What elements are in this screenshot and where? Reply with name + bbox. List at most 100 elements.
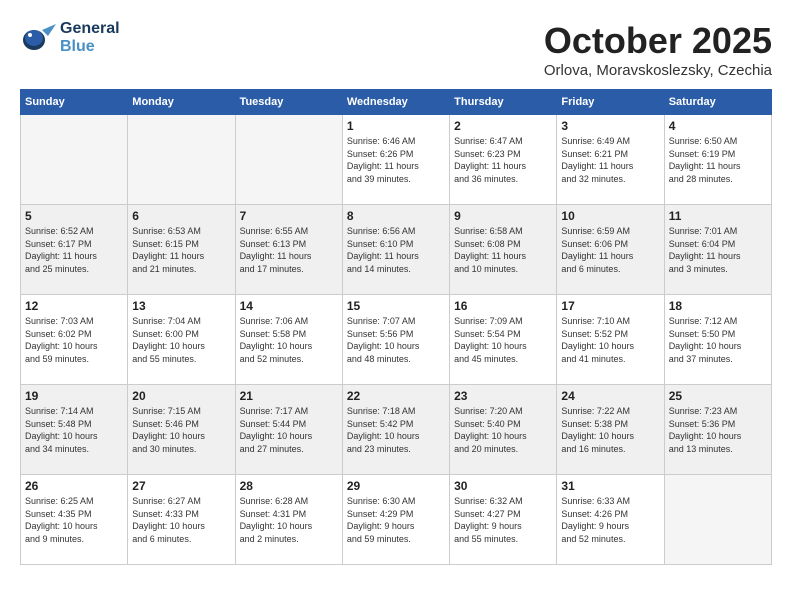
day-header-saturday: Saturday: [664, 90, 771, 115]
calendar-cell: 2 Sunrise: 6:47 AM Sunset: 6:23 PM Daylig…: [450, 115, 557, 205]
calendar-cell: 24Sunrise: 7:22 AM Sunset: 5:38 PM Dayli…: [557, 385, 664, 475]
day-header-tuesday: Tuesday: [235, 90, 342, 115]
month-title: October 2025: [544, 20, 772, 62]
day-number: 26: [25, 479, 123, 493]
day-number: 19: [25, 389, 123, 403]
calendar-cell: 6Sunrise: 6:53 AM Sunset: 6:15 PM Daylig…: [128, 205, 235, 295]
calendar-cell: 25Sunrise: 7:23 AM Sunset: 5:36 PM Dayli…: [664, 385, 771, 475]
calendar-cell: 27Sunrise: 6:27 AM Sunset: 4:33 PM Dayli…: [128, 475, 235, 565]
day-info: Sunrise: 6:25 AM Sunset: 4:35 PM Dayligh…: [25, 495, 123, 545]
day-header-wednesday: Wednesday: [342, 90, 449, 115]
calendar-cell: [664, 475, 771, 565]
day-info: Sunrise: 7:23 AM Sunset: 5:36 PM Dayligh…: [669, 405, 767, 455]
day-info: Sunrise: 6:28 AM Sunset: 4:31 PM Dayligh…: [240, 495, 338, 545]
day-info: Sunrise: 7:18 AM Sunset: 5:42 PM Dayligh…: [347, 405, 445, 455]
day-number: 6: [132, 209, 230, 223]
calendar-cell: 7 Sunrise: 6:55 AM Sunset: 6:13 PM Daylig…: [235, 205, 342, 295]
calendar-cell: 13 Sunrise: 7:04 AM Sunset: 6:00 PM Dayli…: [128, 295, 235, 385]
logo-general: General: [60, 20, 120, 38]
day-info: Sunrise: 6:30 AM Sunset: 4:29 PM Dayligh…: [347, 495, 445, 545]
calendar-table: SundayMondayTuesdayWednesdayThursdayFrid…: [20, 89, 772, 565]
day-info: Sunrise: 7:10 AM Sunset: 5:52 PM Dayligh…: [561, 315, 659, 365]
day-number: 2: [454, 119, 552, 133]
day-info: Sunrise: 6:47 AM Sunset: 6:23 PM Dayligh…: [454, 135, 552, 185]
day-info: Sunrise: 7:01 AM Sunset: 6:04 PM Dayligh…: [669, 225, 767, 275]
calendar-week-row: 1Sunrise: 6:46 AM Sunset: 6:26 PM Daylig…: [21, 115, 772, 205]
day-number: 15: [347, 299, 445, 313]
day-number: 5: [25, 209, 123, 223]
calendar-cell: 16 Sunrise: 7:09 AM Sunset: 5:54 PM Dayli…: [450, 295, 557, 385]
day-header-monday: Monday: [128, 90, 235, 115]
calendar-cell: 17Sunrise: 7:10 AM Sunset: 5:52 PM Dayli…: [557, 295, 664, 385]
day-info: Sunrise: 7:14 AM Sunset: 5:48 PM Dayligh…: [25, 405, 123, 455]
calendar-cell: 23 Sunrise: 7:20 AM Sunset: 5:40 PM Dayli…: [450, 385, 557, 475]
calendar-cell: 21 Sunrise: 7:17 AM Sunset: 5:44 PM Dayli…: [235, 385, 342, 475]
day-info: Sunrise: 7:07 AM Sunset: 5:56 PM Dayligh…: [347, 315, 445, 365]
day-info: Sunrise: 6:33 AM Sunset: 4:26 PM Dayligh…: [561, 495, 659, 545]
day-number: 14: [240, 299, 338, 313]
day-info: Sunrise: 7:03 AM Sunset: 6:02 PM Dayligh…: [25, 315, 123, 365]
title-block: October 2025 Orlova, Moravskoslezsky, Cz…: [544, 20, 772, 79]
calendar-cell: 9 Sunrise: 6:58 AM Sunset: 6:08 PM Daylig…: [450, 205, 557, 295]
calendar-cell: 19 Sunrise: 7:14 AM Sunset: 5:48 PM Dayli…: [21, 385, 128, 475]
day-number: 7: [240, 209, 338, 223]
day-number: 3: [561, 119, 659, 133]
calendar-cell: 31 Sunrise: 6:33 AM Sunset: 4:26 PM Dayli…: [557, 475, 664, 565]
day-number: 10: [561, 209, 659, 223]
calendar-week-row: 19 Sunrise: 7:14 AM Sunset: 5:48 PM Dayli…: [21, 385, 772, 475]
day-info: Sunrise: 6:58 AM Sunset: 6:08 PM Dayligh…: [454, 225, 552, 275]
calendar-cell: [21, 115, 128, 205]
day-info: Sunrise: 7:20 AM Sunset: 5:40 PM Dayligh…: [454, 405, 552, 455]
day-number: 16: [454, 299, 552, 313]
day-number: 28: [240, 479, 338, 493]
calendar-cell: 26 Sunrise: 6:25 AM Sunset: 4:35 PM Dayli…: [21, 475, 128, 565]
calendar-cell: 3Sunrise: 6:49 AM Sunset: 6:21 PM Daylig…: [557, 115, 664, 205]
day-info: Sunrise: 7:09 AM Sunset: 5:54 PM Dayligh…: [454, 315, 552, 365]
day-number: 21: [240, 389, 338, 403]
day-info: Sunrise: 6:52 AM Sunset: 6:17 PM Dayligh…: [25, 225, 123, 275]
day-info: Sunrise: 7:06 AM Sunset: 5:58 PM Dayligh…: [240, 315, 338, 365]
calendar-cell: 5 Sunrise: 6:52 AM Sunset: 6:17 PM Daylig…: [21, 205, 128, 295]
calendar-cell: [128, 115, 235, 205]
day-number: 1: [347, 119, 445, 133]
day-number: 9: [454, 209, 552, 223]
day-number: 23: [454, 389, 552, 403]
calendar-header-row: SundayMondayTuesdayWednesdayThursdayFrid…: [21, 90, 772, 115]
day-header-friday: Friday: [557, 90, 664, 115]
calendar-cell: 20 Sunrise: 7:15 AM Sunset: 5:46 PM Dayli…: [128, 385, 235, 475]
calendar-cell: 29 Sunrise: 6:30 AM Sunset: 4:29 PM Dayli…: [342, 475, 449, 565]
day-info: Sunrise: 6:56 AM Sunset: 6:10 PM Dayligh…: [347, 225, 445, 275]
page-header: General Blue October 2025 Orlova, Moravs…: [20, 20, 772, 79]
day-info: Sunrise: 6:59 AM Sunset: 6:06 PM Dayligh…: [561, 225, 659, 275]
day-number: 11: [669, 209, 767, 223]
day-info: Sunrise: 7:17 AM Sunset: 5:44 PM Dayligh…: [240, 405, 338, 455]
logo-blue: Blue: [60, 38, 120, 56]
calendar-cell: 10 Sunrise: 6:59 AM Sunset: 6:06 PM Dayli…: [557, 205, 664, 295]
calendar-week-row: 26 Sunrise: 6:25 AM Sunset: 4:35 PM Dayli…: [21, 475, 772, 565]
day-number: 13: [132, 299, 230, 313]
day-number: 4: [669, 119, 767, 133]
day-number: 20: [132, 389, 230, 403]
location-subtitle: Orlova, Moravskoslezsky, Czechia: [544, 62, 772, 79]
day-info: Sunrise: 6:55 AM Sunset: 6:13 PM Dayligh…: [240, 225, 338, 275]
day-number: 30: [454, 479, 552, 493]
day-number: 29: [347, 479, 445, 493]
calendar-cell: 11 Sunrise: 7:01 AM Sunset: 6:04 PM Dayli…: [664, 205, 771, 295]
day-info: Sunrise: 7:04 AM Sunset: 6:00 PM Dayligh…: [132, 315, 230, 365]
day-info: Sunrise: 7:12 AM Sunset: 5:50 PM Dayligh…: [669, 315, 767, 365]
calendar-cell: 28 Sunrise: 6:28 AM Sunset: 4:31 PM Dayli…: [235, 475, 342, 565]
calendar-cell: 18 Sunrise: 7:12 AM Sunset: 5:50 PM Dayli…: [664, 295, 771, 385]
day-info: Sunrise: 7:15 AM Sunset: 5:46 PM Dayligh…: [132, 405, 230, 455]
logo: General Blue: [20, 20, 120, 56]
calendar-cell: 12 Sunrise: 7:03 AM Sunset: 6:02 PM Dayli…: [21, 295, 128, 385]
calendar-cell: 22Sunrise: 7:18 AM Sunset: 5:42 PM Dayli…: [342, 385, 449, 475]
day-number: 31: [561, 479, 659, 493]
day-header-sunday: Sunday: [21, 90, 128, 115]
calendar-cell: 14 Sunrise: 7:06 AM Sunset: 5:58 PM Dayli…: [235, 295, 342, 385]
day-number: 24: [561, 389, 659, 403]
calendar-week-row: 12 Sunrise: 7:03 AM Sunset: 6:02 PM Dayli…: [21, 295, 772, 385]
day-number: 27: [132, 479, 230, 493]
day-number: 18: [669, 299, 767, 313]
calendar-cell: [235, 115, 342, 205]
day-number: 12: [25, 299, 123, 313]
